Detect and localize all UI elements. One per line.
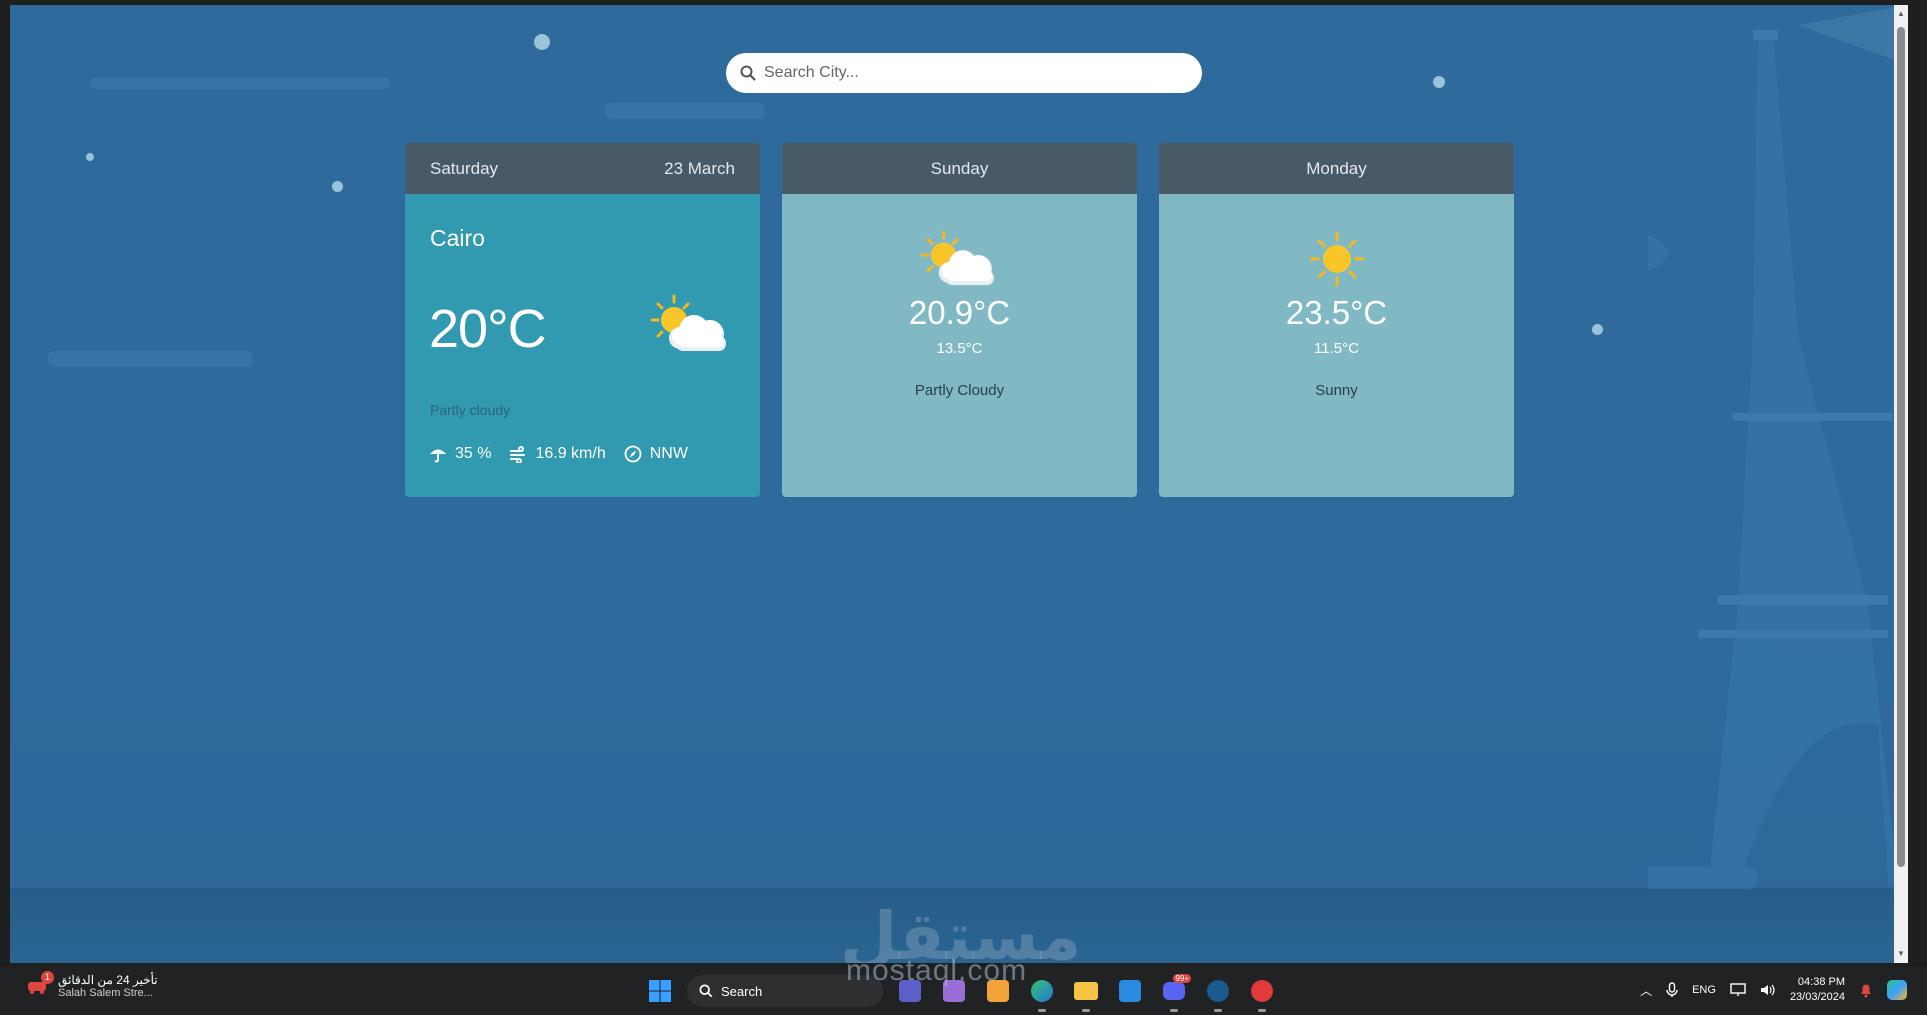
partly-cloudy-icon <box>920 230 994 286</box>
today-day: Saturday <box>430 158 499 178</box>
traffic-notification[interactable]: 1 تأخير 24 من الدقائق Salah Salem Stre..… <box>26 971 158 999</box>
forecast-max-temp: 23.5°C <box>1285 294 1388 331</box>
windows-icon <box>649 980 671 1002</box>
current-temperature: 20°C <box>429 299 547 359</box>
wind-direction-value: NNW <box>649 445 688 462</box>
wind-speed-value: 16.9 km/h <box>535 445 606 462</box>
partly-cloudy-icon <box>650 294 726 351</box>
forecast-card-body: 20.9°C 13.5°C Partly Cloudy <box>782 194 1137 497</box>
scroll-down-arrow-icon[interactable]: ▼ <box>1894 947 1908 961</box>
discord-badge: 99+ <box>1173 974 1191 983</box>
forecast-card-monday: Monday 23.5°C 11.5°C Sunny <box>1159 143 1514 497</box>
forecast-card-body: 23.5°C 11.5°C Sunny <box>1159 194 1514 497</box>
clock-date: 23/03/2024 <box>1789 991 1845 1003</box>
start-button[interactable] <box>643 974 677 1008</box>
forecast-min-temp: 11.5°C <box>1314 340 1359 357</box>
forecast-day: Monday <box>1306 158 1367 178</box>
steam-icon[interactable] <box>1201 974 1235 1012</box>
wind-direction-stat: NNW <box>624 445 688 463</box>
notification-subtitle: Salah Salem Stre... <box>58 987 153 999</box>
microphone-icon[interactable] <box>1666 982 1678 998</box>
scroll-up-arrow-icon[interactable]: ▲ <box>1894 7 1908 21</box>
compass-icon <box>624 445 642 463</box>
forecast-day: Sunday <box>930 158 989 178</box>
search-input[interactable] <box>762 63 1186 83</box>
star-dot <box>534 34 550 50</box>
traffic-icon: 1 <box>26 971 54 997</box>
today-card-header: Saturday 23 March <box>405 143 760 194</box>
cloud-streak <box>48 351 253 367</box>
forecast-card-header: Sunday <box>782 143 1137 194</box>
current-condition: Partly cloudy <box>430 402 511 418</box>
forecast-min-temp: 13.5°C <box>936 340 983 357</box>
volume-icon[interactable] <box>1760 983 1776 997</box>
discord-icon[interactable]: 99+ <box>1157 974 1191 1012</box>
star-dot <box>86 153 94 161</box>
forecast-card-header: Monday <box>1159 143 1514 194</box>
language-indicator[interactable]: ENG <box>1692 984 1716 996</box>
today-card: Saturday 23 March Cairo 20°C Partly clou… <box>405 143 760 497</box>
star-dot <box>1433 76 1445 88</box>
rain-value: 35 % <box>455 445 492 462</box>
taskbar: 1 تأخير 24 من الدقائق Salah Salem Stre..… <box>0 954 1927 1015</box>
city-name: Cairo <box>430 225 485 251</box>
edge-icon[interactable] <box>1025 974 1059 1012</box>
scroll-thumb[interactable] <box>1897 27 1905 867</box>
forecast-condition: Sunny <box>1315 382 1358 399</box>
forecast-max-temp: 20.9°C <box>908 294 1011 331</box>
search-icon <box>740 65 756 81</box>
cloud-streak <box>90 77 390 89</box>
wind-icon <box>510 446 526 463</box>
forecast-card-sunday: Sunday 20.9°C 13.5°C Partly Cloudy <box>782 143 1137 497</box>
vscode-icon[interactable] <box>1113 974 1147 1008</box>
file-explorer-icon[interactable] <box>1069 974 1103 1012</box>
star-dot <box>1592 324 1603 335</box>
chevron-up-icon[interactable]: ︿ <box>1640 982 1652 999</box>
notification-title: تأخير 24 من الدقائق <box>58 973 158 987</box>
copilot-icon[interactable] <box>1887 980 1907 1000</box>
sun-icon <box>1309 231 1364 287</box>
search-bar[interactable] <box>726 53 1202 93</box>
clock-time: 04:38 PM <box>1797 976 1845 988</box>
search-icon <box>699 984 713 998</box>
notification-bell-icon[interactable] <box>1859 982 1873 998</box>
weather-app-window: ▲ ▼ Saturday 23 March Cairo 20°C <box>10 5 1908 963</box>
wind-stat: 16.9 km/h <box>509 445 606 463</box>
taskbar-search-label: Search <box>721 983 763 999</box>
scrollbar[interactable]: ▲ ▼ <box>1894 5 1908 963</box>
network-icon[interactable] <box>1730 983 1746 997</box>
current-stats: 35 % 16.9 km/h NNW <box>429 445 706 463</box>
app-red-icon[interactable] <box>1245 974 1279 1012</box>
system-tray: ︿ ENG 04:38 PM 23/03/2024 <box>1626 975 1907 1005</box>
star-dot <box>332 181 343 192</box>
umbrella-icon <box>430 449 446 463</box>
forecast-condition: Partly Cloudy <box>914 382 1005 399</box>
today-date: 23 March <box>664 158 735 178</box>
clock[interactable]: 04:38 PM 23/03/2024 <box>1790 975 1845 1005</box>
eiffel-tower-illustration <box>1648 5 1908 889</box>
notification-count: 1 <box>41 971 54 984</box>
plane-shape <box>605 103 765 119</box>
rain-stat: 35 % <box>429 445 491 463</box>
forecast-cards: Saturday 23 March Cairo 20°C Partly clou… <box>405 143 1514 497</box>
watermark-latin: mostaql.com <box>846 954 1028 987</box>
today-card-body: Cairo 20°C Partly cloudy 35 % 16.9 km/h … <box>405 194 760 497</box>
